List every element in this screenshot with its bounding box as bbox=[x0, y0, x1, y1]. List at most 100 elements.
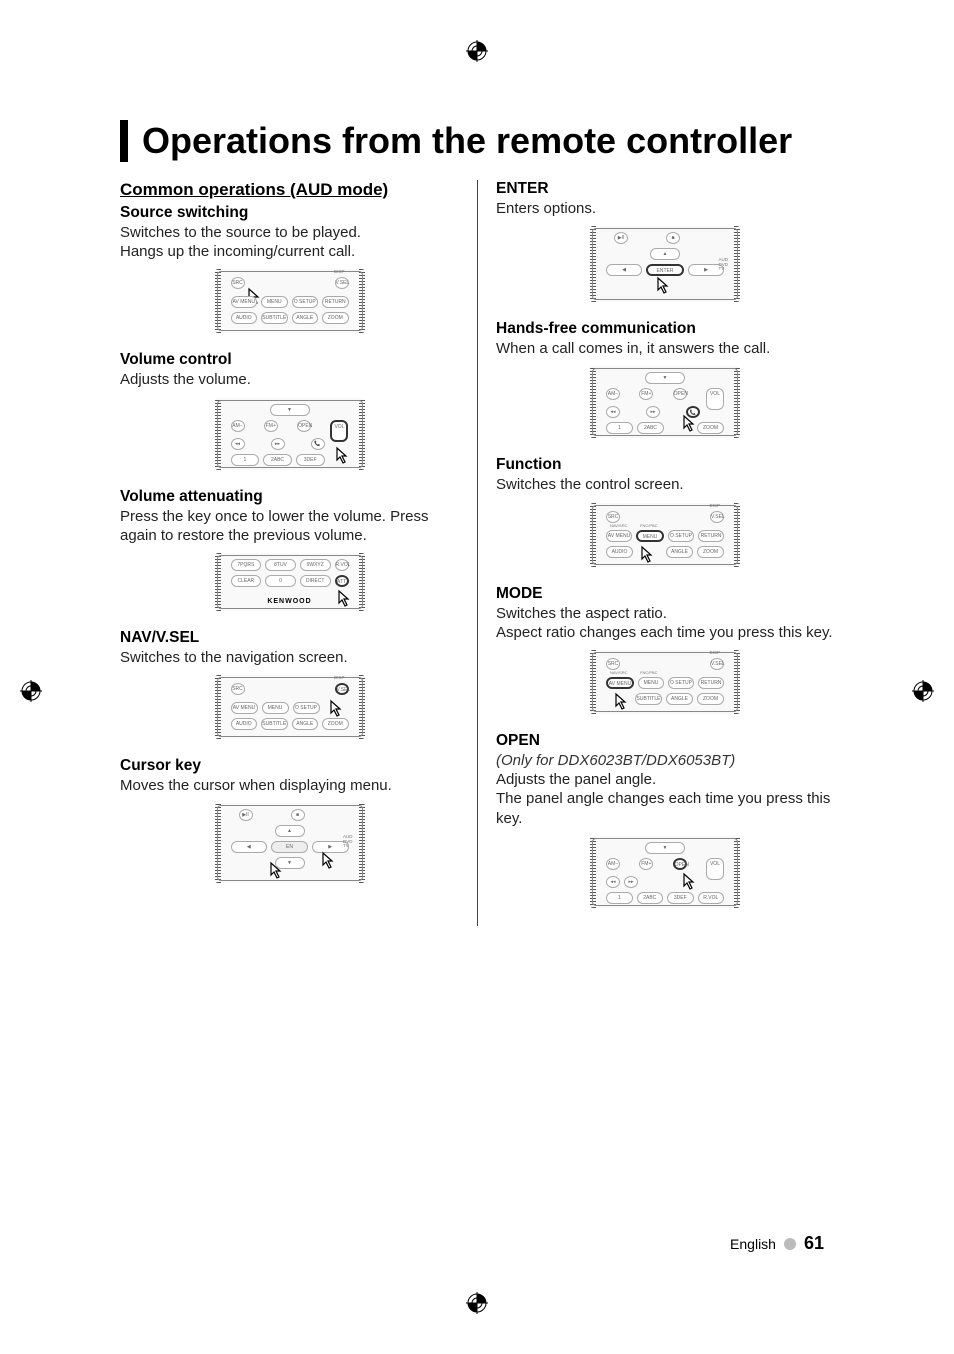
remote-figure-vol: ▼ AM− FM+ OPEN VOL ◂◂ ▸▸ 📞 bbox=[120, 398, 459, 470]
block-title: Function bbox=[496, 456, 834, 474]
remote-btn-7: 7PQRS bbox=[231, 559, 262, 571]
block-enter: ENTER Enters options. ▶II ■ ▲ bbox=[496, 180, 834, 302]
block-text: Press the key once to lower the volume. … bbox=[120, 507, 459, 545]
remote-btn-rew: ◂◂ bbox=[231, 438, 245, 450]
pointer-icon bbox=[610, 692, 630, 712]
block-body: Adjusts the panel angle.The panel angle … bbox=[496, 771, 830, 826]
registration-mark-left bbox=[20, 680, 42, 702]
remote-btn-up: ▲ bbox=[275, 825, 305, 837]
remote-btn-avmenu: AV MENU bbox=[606, 530, 632, 542]
remote-btn-rew: ◂◂ bbox=[606, 406, 620, 418]
block-function: Function Switches the control screen. SR… bbox=[496, 456, 834, 566]
remote-btn-src: SRC bbox=[606, 658, 620, 670]
remote-btn-9: 9WXYZ bbox=[300, 559, 331, 571]
remote-btn-2: 2ABC bbox=[637, 422, 664, 434]
remote-label-fncpbc: FNC/PBC bbox=[640, 523, 658, 528]
remote-btn-vsel: V.SEL bbox=[335, 683, 349, 695]
remote-btn-osetup: O SETUP bbox=[293, 702, 320, 714]
footer-dot-icon bbox=[784, 1238, 796, 1250]
remote-btn-angle: ANGLE bbox=[292, 718, 319, 730]
block-title: NAV/V.SEL bbox=[120, 629, 459, 647]
remote-btn-avmenu: AV MENU bbox=[606, 677, 634, 689]
remote-btn-vsel: V.SEL bbox=[710, 511, 724, 523]
remote-btn-src: SRC bbox=[231, 683, 245, 695]
block-title: Volume control bbox=[120, 351, 459, 369]
block-text: Enters options. bbox=[496, 199, 834, 218]
remote-btn-return: RETURN bbox=[698, 677, 724, 689]
remote-btn-down: ▼ bbox=[270, 404, 310, 416]
remote-btn-0: 0 bbox=[265, 575, 296, 587]
remote-label-tv: TV bbox=[343, 844, 353, 849]
block-text: Switches to the source to be played.Hang… bbox=[120, 223, 459, 261]
pointer-icon bbox=[636, 545, 656, 565]
remote-label-navsrc: NAV/SRC bbox=[610, 670, 627, 675]
remote-btn-subtitle: SUBTITLE bbox=[261, 312, 288, 324]
pointer-icon bbox=[331, 446, 351, 466]
remote-btn-clear: CLEAR bbox=[231, 575, 262, 587]
columns: Common operations (AUD mode) Source swit… bbox=[120, 180, 834, 926]
manual-page: Operations from the remote controller Co… bbox=[0, 0, 954, 1354]
remote-btn-stop: ■ bbox=[666, 232, 680, 244]
remote-figure-src: SRC V.SEL DISP AV MENU MENU bbox=[120, 269, 459, 333]
remote-btn-open: OPEN bbox=[673, 858, 687, 870]
remote-btn-src: SRC bbox=[606, 511, 620, 523]
remote-btn-left: ◀ bbox=[231, 841, 268, 853]
remote-btn-vol-rocker: VOL bbox=[330, 420, 348, 442]
block-italic: (Only for DDX6023BT/DDX6053BT) bbox=[496, 752, 735, 769]
block-text: Moves the cursor when displaying menu. bbox=[120, 776, 459, 795]
remote-btn-att: ATT bbox=[335, 575, 349, 587]
remote-btn-menu: MENU bbox=[261, 296, 288, 308]
remote-btn-8: 8TUV bbox=[265, 559, 296, 571]
remote-btn-2: 2ABC bbox=[263, 454, 292, 466]
remote-btn-1: 1 bbox=[606, 422, 633, 434]
remote-btn-subtitle: SUBTITLE bbox=[635, 693, 662, 705]
remote-btn-down: ▼ bbox=[645, 842, 685, 854]
page-footer: English 61 bbox=[730, 1233, 824, 1254]
page-title: Operations from the remote controller bbox=[120, 120, 834, 162]
remote-figure-open: ▼ AM− FM+ OPEN VOL ◂◂ ▸▸ bbox=[496, 836, 834, 908]
remote-btn-3: 3DEF bbox=[296, 454, 325, 466]
remote-btn-angle: ANGLE bbox=[666, 693, 693, 705]
registration-mark-right bbox=[912, 680, 934, 702]
remote-figure-handsfree: ▼ AM− FM+ OPEN VOL ◂◂ ▸▸ 📞 bbox=[496, 366, 834, 438]
remote-btn-am: AM− bbox=[606, 388, 620, 400]
remote-label-tv: TV bbox=[718, 267, 728, 272]
remote-btn-rew: ◂◂ bbox=[606, 876, 620, 888]
remote-btn-up: ▲ bbox=[650, 248, 680, 260]
pointer-icon bbox=[678, 414, 698, 434]
remote-btn-audio: AUDIO bbox=[231, 718, 258, 730]
remote-btn-osetup: O SETUP bbox=[668, 677, 694, 689]
block-text: Switches the aspect ratio.Aspect ratio c… bbox=[496, 604, 834, 642]
remote-label-disp: DISP bbox=[709, 503, 720, 508]
remote-btn-open: OPEN bbox=[297, 420, 311, 432]
footer-page-number: 61 bbox=[804, 1233, 824, 1254]
section-heading: Common operations (AUD mode) bbox=[120, 180, 459, 200]
remote-figure-enter: ▶II ■ ▲ ◀ ENTER ▶ bbox=[496, 226, 834, 302]
remote-btn-1: 1 bbox=[231, 454, 260, 466]
remote-btn-zoom: ZOOM bbox=[322, 718, 349, 730]
remote-btn-vol-rocker: VOL bbox=[706, 388, 724, 410]
remote-btn-audio: AUDIO bbox=[606, 546, 633, 558]
remote-btn-subtitle: SUBTITLE bbox=[261, 718, 288, 730]
block-text: Adjusts the volume. bbox=[120, 370, 459, 389]
remote-figure-cursor: ▶II ■ ▲ ◀ EN ▶ bbox=[120, 803, 459, 883]
remote-label-disp: DISP bbox=[334, 269, 345, 274]
block-hands-free: Hands-free communication When a call com… bbox=[496, 320, 834, 438]
remote-btn-fm: FM+ bbox=[639, 858, 653, 870]
block-text: When a call comes in, it answers the cal… bbox=[496, 339, 834, 358]
block-title: Cursor key bbox=[120, 757, 459, 775]
remote-btn-playpause: ▶II bbox=[239, 809, 253, 821]
remote-btn-audio: AUDIO bbox=[231, 312, 258, 324]
block-title: Volume attenuating bbox=[120, 488, 459, 506]
remote-btn-zoom: ZOOM bbox=[697, 546, 724, 558]
remote-btn-avmenu: AV MENU bbox=[231, 702, 258, 714]
remote-btn-am: AM− bbox=[606, 858, 620, 870]
remote-btn-zoom: ZOOM bbox=[697, 422, 724, 434]
remote-btn-enter: EN bbox=[271, 841, 308, 853]
remote-btn-menu: MENU bbox=[262, 702, 289, 714]
remote-btn-menu: MENU bbox=[638, 677, 664, 689]
block-text: (Only for DDX6023BT/DDX6053BT) Adjusts t… bbox=[496, 751, 834, 828]
remote-btn-direct: DIRECT bbox=[300, 575, 331, 587]
pointer-icon bbox=[652, 276, 672, 296]
remote-btn-fm: FM+ bbox=[264, 420, 278, 432]
